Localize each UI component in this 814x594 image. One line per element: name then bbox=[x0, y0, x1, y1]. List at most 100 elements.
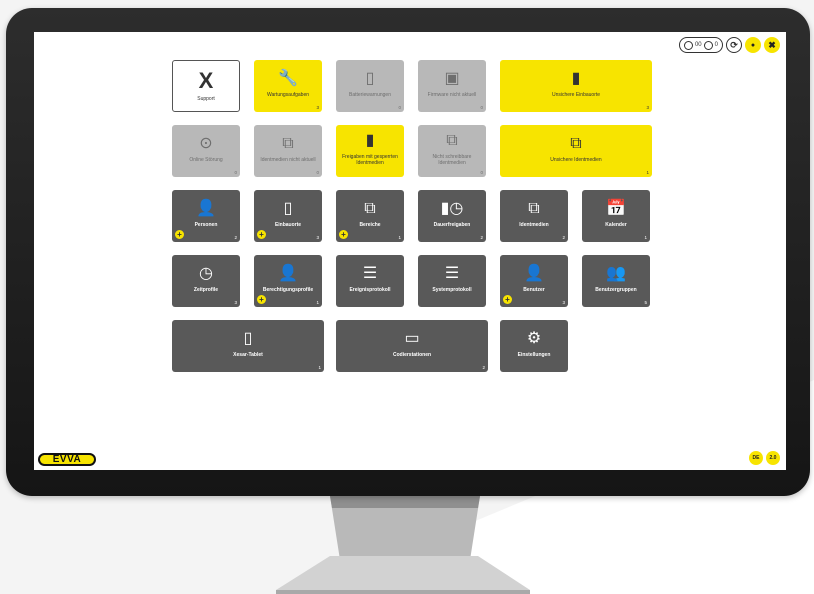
person-key-icon: 👤 bbox=[278, 265, 298, 282]
tile-dauerfreigaben[interactable]: ▮◷ Dauerfreigaben 2 bbox=[418, 190, 486, 242]
media-icon: ⧉ bbox=[528, 200, 540, 217]
tile-label: Xesar-Tablet bbox=[233, 352, 263, 358]
tile-online-stoerung[interactable]: ⊙ Online Störung 0 bbox=[172, 125, 240, 177]
doors-icon: ⧉ bbox=[364, 200, 376, 217]
door-icon: ▮ bbox=[365, 132, 375, 149]
door-warning-icon: ▮ bbox=[571, 70, 581, 87]
calendar-clock-icon: ◷ bbox=[199, 265, 213, 282]
tile-support[interactable]: X Support bbox=[172, 60, 240, 112]
tile-batteriewarnungen[interactable]: ▯ Batteriewarnungen 0 bbox=[336, 60, 404, 112]
tile-count: 0 bbox=[480, 105, 483, 110]
tile-label: Berechtigungsprofile bbox=[262, 287, 314, 293]
tile-ereignisprotokoll[interactable]: ☰ Ereignisprotokoll bbox=[336, 255, 404, 307]
tile-label: Einbauorte bbox=[274, 222, 302, 228]
tile-label: Personen bbox=[194, 222, 218, 228]
wrench-icon: 🔧 bbox=[278, 70, 298, 87]
add-button[interactable]: + bbox=[257, 295, 266, 304]
tile-count: 0 bbox=[398, 105, 401, 110]
tile-count: 0 bbox=[480, 170, 483, 175]
tile-berechtigungsprofile[interactable]: 👤 Berechtigungsprofile + 1 bbox=[254, 255, 322, 307]
tile-count: 1 bbox=[316, 300, 319, 305]
tile-systemprotokoll[interactable]: ☰ Systemprotokoll bbox=[418, 255, 486, 307]
footer-controls: DE 2.0 bbox=[749, 451, 780, 465]
app-screen: 00 0 ⟳ ● ✖ X Support 🔧 Wartungsaufgaben … bbox=[34, 32, 786, 470]
person-list-icon: ☰ bbox=[444, 265, 460, 282]
tablet-icon: ▯ bbox=[243, 330, 253, 347]
media-warning-icon: ⧉ bbox=[570, 135, 582, 152]
tile-label: Ereignisprotokoll bbox=[349, 287, 391, 293]
battery-icon: ▯ bbox=[365, 70, 375, 87]
media-clock-icon: ⧉ bbox=[282, 135, 294, 152]
close-icon: ✖ bbox=[768, 39, 776, 50]
tile-count: 3 bbox=[562, 300, 565, 305]
tile-label: Codierstationen bbox=[392, 352, 432, 358]
tile-identmedien[interactable]: ⧉ Identmedien 2 bbox=[500, 190, 568, 242]
tile-xesar-tablet[interactable]: ▯ Xesar-Tablet 1 bbox=[172, 320, 324, 372]
tile-zeitprofile[interactable]: ◷ Zeitprofile 3 bbox=[172, 255, 240, 307]
version-button[interactable]: 2.0 bbox=[766, 451, 780, 465]
tile-count: 2 bbox=[562, 235, 565, 240]
tile-count: 2 bbox=[480, 235, 483, 240]
tile-nicht-schreibbare[interactable]: ⧉ Nicht schreibbare Identmedien 0 bbox=[418, 125, 486, 177]
add-button[interactable]: + bbox=[175, 230, 184, 239]
tile-codierstationen[interactable]: ▭ Codierstationen 2 bbox=[336, 320, 488, 372]
calendar-icon: 📅 bbox=[606, 200, 626, 217]
tile-freigaben-gesperrt[interactable]: ▮ Freigaben mit gesperrten Identmedien bbox=[336, 125, 404, 177]
add-button[interactable]: + bbox=[503, 295, 512, 304]
tile-label: Benutzergruppen bbox=[595, 287, 637, 293]
door-clock-icon: ▮◷ bbox=[440, 200, 464, 217]
tile-count: 3 bbox=[316, 105, 319, 110]
tile-firmware[interactable]: ▣ Firmware nicht aktuell 0 bbox=[418, 60, 486, 112]
tile-count: 1 bbox=[398, 235, 401, 240]
tile-label: Systemprotokoll bbox=[432, 287, 472, 293]
tile-label: Unsichere Identmedien bbox=[550, 157, 602, 163]
language-button[interactable]: DE bbox=[749, 451, 763, 465]
chip-icon: ▣ bbox=[444, 70, 460, 87]
sync-button[interactable]: ⟳ bbox=[726, 37, 742, 53]
coding-station-icon: ▭ bbox=[404, 330, 420, 347]
tile-label: Support bbox=[197, 96, 215, 102]
users-icon: 👥 bbox=[606, 265, 626, 282]
tile-count: 0 bbox=[316, 170, 319, 175]
link-icon: ⊙ bbox=[199, 135, 213, 152]
tile-kalender[interactable]: 📅 Kalender 1 bbox=[582, 190, 650, 242]
tile-label: Nicht schreibbare Identmedien bbox=[432, 154, 472, 166]
add-button[interactable]: + bbox=[339, 230, 348, 239]
storage-icon bbox=[683, 40, 693, 50]
tile-bereiche[interactable]: ⧉ Bereiche + 1 bbox=[336, 190, 404, 242]
tile-personen[interactable]: 👤 Personen + 2 bbox=[172, 190, 240, 242]
tile-label: Batteriewarnungen bbox=[349, 92, 391, 98]
user-icon: ● bbox=[750, 41, 756, 49]
status-pill[interactable]: 00 0 bbox=[678, 37, 723, 53]
battery-icon bbox=[703, 40, 713, 50]
tile-label: Einstellungen bbox=[517, 352, 551, 358]
tile-benutzer[interactable]: 👤 Benutzer + 3 bbox=[500, 255, 568, 307]
tile-einstellungen[interactable]: ⚙ Einstellungen bbox=[500, 320, 568, 372]
tile-count: 2 bbox=[482, 365, 485, 370]
tile-label: Unsichere Einbauorte bbox=[551, 92, 601, 98]
tile-count: 1 bbox=[646, 170, 649, 175]
list-icon: ☰ bbox=[362, 265, 378, 282]
tile-unsichere-einbauorte[interactable]: ▮ Unsichere Einbauorte 3 bbox=[500, 60, 652, 112]
tile-label: Benutzer bbox=[523, 287, 545, 293]
tile-unsichere-identmedien[interactable]: ⧉ Unsichere Identmedien 1 bbox=[500, 125, 652, 177]
tile-label: Kalender bbox=[605, 222, 627, 228]
user-button[interactable]: ● bbox=[745, 37, 761, 53]
user-icon: 👤 bbox=[524, 265, 544, 282]
close-button[interactable]: ✖ bbox=[764, 37, 780, 53]
tile-label: Online Störung bbox=[189, 157, 223, 163]
door-icon: ▯ bbox=[283, 200, 293, 217]
person-icon: 👤 bbox=[196, 200, 216, 217]
tile-benutzergruppen[interactable]: 👥 Benutzergruppen 5 bbox=[582, 255, 650, 307]
tile-label: Dauerfreigaben bbox=[433, 222, 471, 228]
support-icon: X bbox=[198, 68, 214, 93]
tile-count: 3 bbox=[316, 235, 319, 240]
tile-count: 3 bbox=[646, 105, 649, 110]
add-button[interactable]: + bbox=[257, 230, 266, 239]
tile-wartungsaufgaben[interactable]: 🔧 Wartungsaufgaben 3 bbox=[254, 60, 322, 112]
top-toolbar: 00 0 ⟳ ● ✖ bbox=[678, 36, 780, 54]
gear-icon: ⚙ bbox=[526, 330, 542, 347]
tile-identmedien-nicht-aktuell[interactable]: ⧉ Identmedien nicht aktuell 0 bbox=[254, 125, 322, 177]
tile-einbauorte[interactable]: ▯ Einbauorte + 3 bbox=[254, 190, 322, 242]
tile-label: Zeitprofile bbox=[193, 287, 219, 293]
